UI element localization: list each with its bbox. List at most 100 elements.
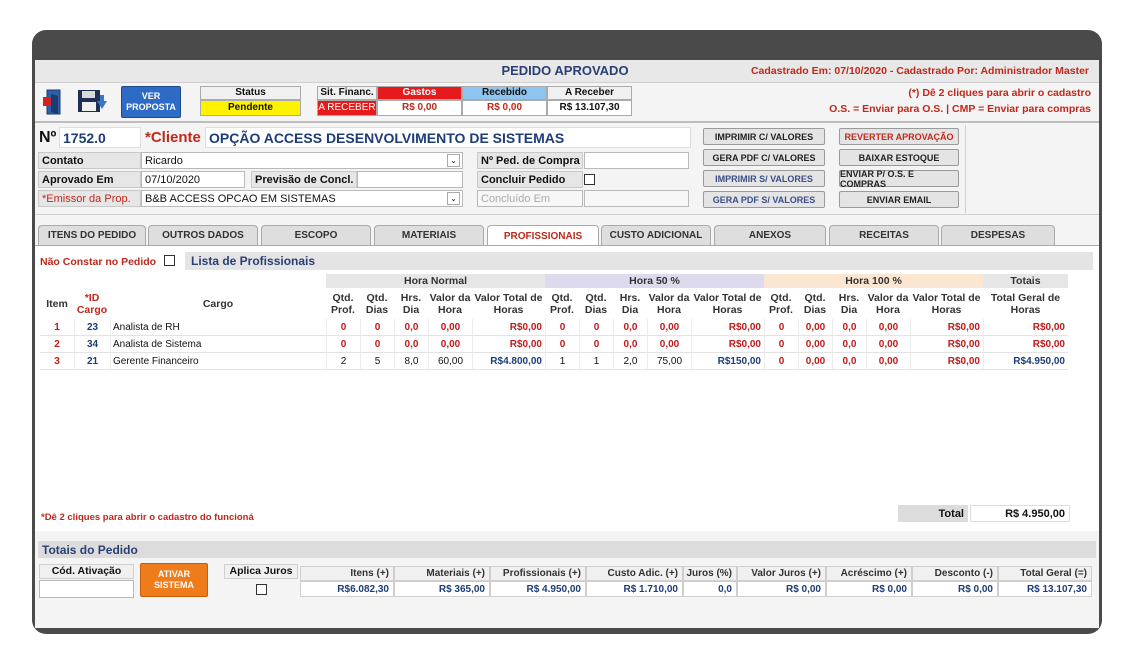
table-cell: 0 [764,336,798,353]
table-cell: 75,00 [647,353,691,370]
tab-itens-do-pedido[interactable]: ITENS DO PEDIDO [38,225,146,245]
imprimir-sem-valores-button[interactable]: IMPRIMIR S/ VALORES [703,170,825,187]
col-h50-valor-total: Valor Total de Horas [693,292,762,316]
enviar-os-compras-button[interactable]: ENVIAR P/ O.S. E COMPRAS [839,169,959,189]
concluir-checkbox[interactable] [584,174,595,185]
totais-col-value[interactable]: R$ 13.107,30 [998,581,1092,597]
table-cell: 0 [764,353,798,370]
table-cell: 0 [579,319,613,336]
chevron-down-icon[interactable]: ⌄ [447,192,460,205]
col-h100-valor-hora: Valor da Hora [867,292,909,316]
nao-constar-label: Não Constar no Pedido [40,256,157,268]
exit-button[interactable] [39,87,69,117]
table-cell: 1 [40,319,74,336]
chevron-down-icon[interactable]: ⌄ [447,154,460,167]
col-normal-qtd-prof: Qtd. Prof. [331,292,355,316]
table-cell: 0,0 [613,319,647,336]
nao-constar-checkbox[interactable] [164,255,175,266]
tab-materiais[interactable]: MATERIAIS [374,225,484,245]
table-cell: 0,00 [647,319,691,336]
totais-col-value[interactable]: R$6.082,30 [300,581,394,597]
gera-pdf-sem-valores-button[interactable]: GERA PDF S/ VALORES [703,191,825,208]
tab-despesas[interactable]: DESPESAS [941,225,1055,245]
concluido-em-value[interactable] [584,190,689,207]
tab-profissionais[interactable]: PROFISSIONAIS [487,225,599,246]
gera-pdf-com-valores-button[interactable]: GERA PDF C/ VALORES [703,149,825,166]
aplica-juros-checkbox[interactable] [256,584,267,595]
divider [35,121,1099,123]
tab-escopo[interactable]: ESCOPO [261,225,371,245]
cod-ativacao-field[interactable] [39,580,134,598]
table-cell: 0,0 [613,336,647,353]
table-cell: 0 [764,319,798,336]
imprimir-com-valores-button[interactable]: IMPRIMIR C/ VALORES [703,128,825,145]
vertical-divider [965,125,966,213]
table-cell: 0,00 [798,319,832,336]
ped-compra-label: Nº Ped. de Compra [477,152,583,169]
table-cell: R$4.800,00 [472,353,545,370]
totais-col-value[interactable]: R$ 4.950,00 [490,581,586,597]
totais-title: Totais do Pedido [38,541,1096,558]
table-cell: 23 [74,319,110,336]
ver-proposta-button[interactable]: VER PROPOSTA [121,86,181,118]
emissor-select[interactable]: B&B ACCESS OPCAO EM SISTEMAS ⌄ [141,190,463,207]
col-h100-qtd-dias: Qtd. Dias [803,292,827,316]
table-cell: R$0,00 [691,319,764,336]
order-number-field[interactable]: 1752.0 [59,127,141,148]
aprovado-em-field[interactable]: 07/10/2020 [141,171,245,188]
col-item: Item [46,298,68,310]
table-cell: 0,00 [428,336,472,353]
table-cell: R$0,00 [472,319,545,336]
totais-col-value[interactable]: R$ 0,00 [826,581,912,597]
table-cell: 60,00 [428,353,472,370]
table-cell: 2 [326,353,360,370]
totais-col-value[interactable]: R$ 365,00 [394,581,490,597]
aplica-juros-label: Aplica Juros [224,564,298,579]
col-normal-qtd-dias: Qtd. Dias [365,292,389,316]
table-cell: 0,00 [647,336,691,353]
table-cell: 0 [360,336,394,353]
totais-col-label: Custo Adic. (+) [586,566,683,581]
tab-receitas[interactable]: RECEITAS [829,225,939,245]
cliente-field[interactable]: OPÇÃO ACCESS DESENVOLVIMENTO DE SISTEMAS [205,127,691,148]
enviar-email-button[interactable]: ENVIAR EMAIL [839,191,959,208]
totais-col-value[interactable]: R$ 0,00 [912,581,998,597]
reverter-aprovacao-button[interactable]: REVERTER APROVAÇÃO [839,128,959,145]
table-cell: 2,0 [613,353,647,370]
table-cell: 0,00 [798,353,832,370]
table-cell: 0,0 [394,336,428,353]
tab-anexos[interactable]: ANEXOS [714,225,826,245]
contato-select[interactable]: Ricardo ⌄ [141,152,463,169]
baixar-estoque-button[interactable]: BAIXAR ESTOQUE [839,149,959,166]
table-cell: R$0,00 [910,319,983,336]
table-cell: 34 [74,336,110,353]
table-cell: 0 [545,336,579,353]
col-h100-qtd-prof: Qtd. Prof. [769,292,793,316]
tab-outros-dados[interactable]: OUTROS DADOS [148,225,258,245]
concluido-em-field[interactable]: Concluído Em [477,190,583,207]
group-hora-100: Hora 100 % [764,274,983,288]
lista-title: Lista de Profissionais [185,252,1093,270]
totais-col-value[interactable]: 0,0 [683,581,737,597]
totais-col-label: Desconto (-) [912,566,998,581]
table-cell: 2 [40,336,74,353]
recebido-label: Recebido [462,86,547,100]
ativar-sistema-button[interactable]: ATIVAR SISTEMA [140,563,208,597]
totais-col-value[interactable]: R$ 1.710,00 [586,581,683,597]
previsao-field[interactable] [357,171,463,188]
col-cargo: Cargo [202,298,234,310]
hint-os-cmp: O.S. = Enviar para O.S. | CMP = Enviar p… [829,103,1091,115]
registered-info: Cadastrado Em: 07/10/2020 - Cadastrado P… [750,65,1089,77]
emissor-label: *Emissor da Prop. [38,190,141,207]
ped-compra-field[interactable] [584,152,689,169]
save-button[interactable] [75,87,109,117]
col-id-cargo: *ID Cargo [76,292,108,316]
totais-col-value[interactable]: R$ 0,00 [737,581,826,597]
col-normal-valor-hora: Valor da Hora [429,292,471,316]
table-cell: 21 [74,353,110,370]
col-h50-qtd-prof: Qtd. Prof. [550,292,574,316]
tab-custo-adicional[interactable]: CUSTO ADICIONAL [601,225,711,245]
col-h50-valor-hora: Valor da Hora [648,292,690,316]
table-cell: 0 [579,336,613,353]
gastos-label: Gastos [377,86,462,100]
